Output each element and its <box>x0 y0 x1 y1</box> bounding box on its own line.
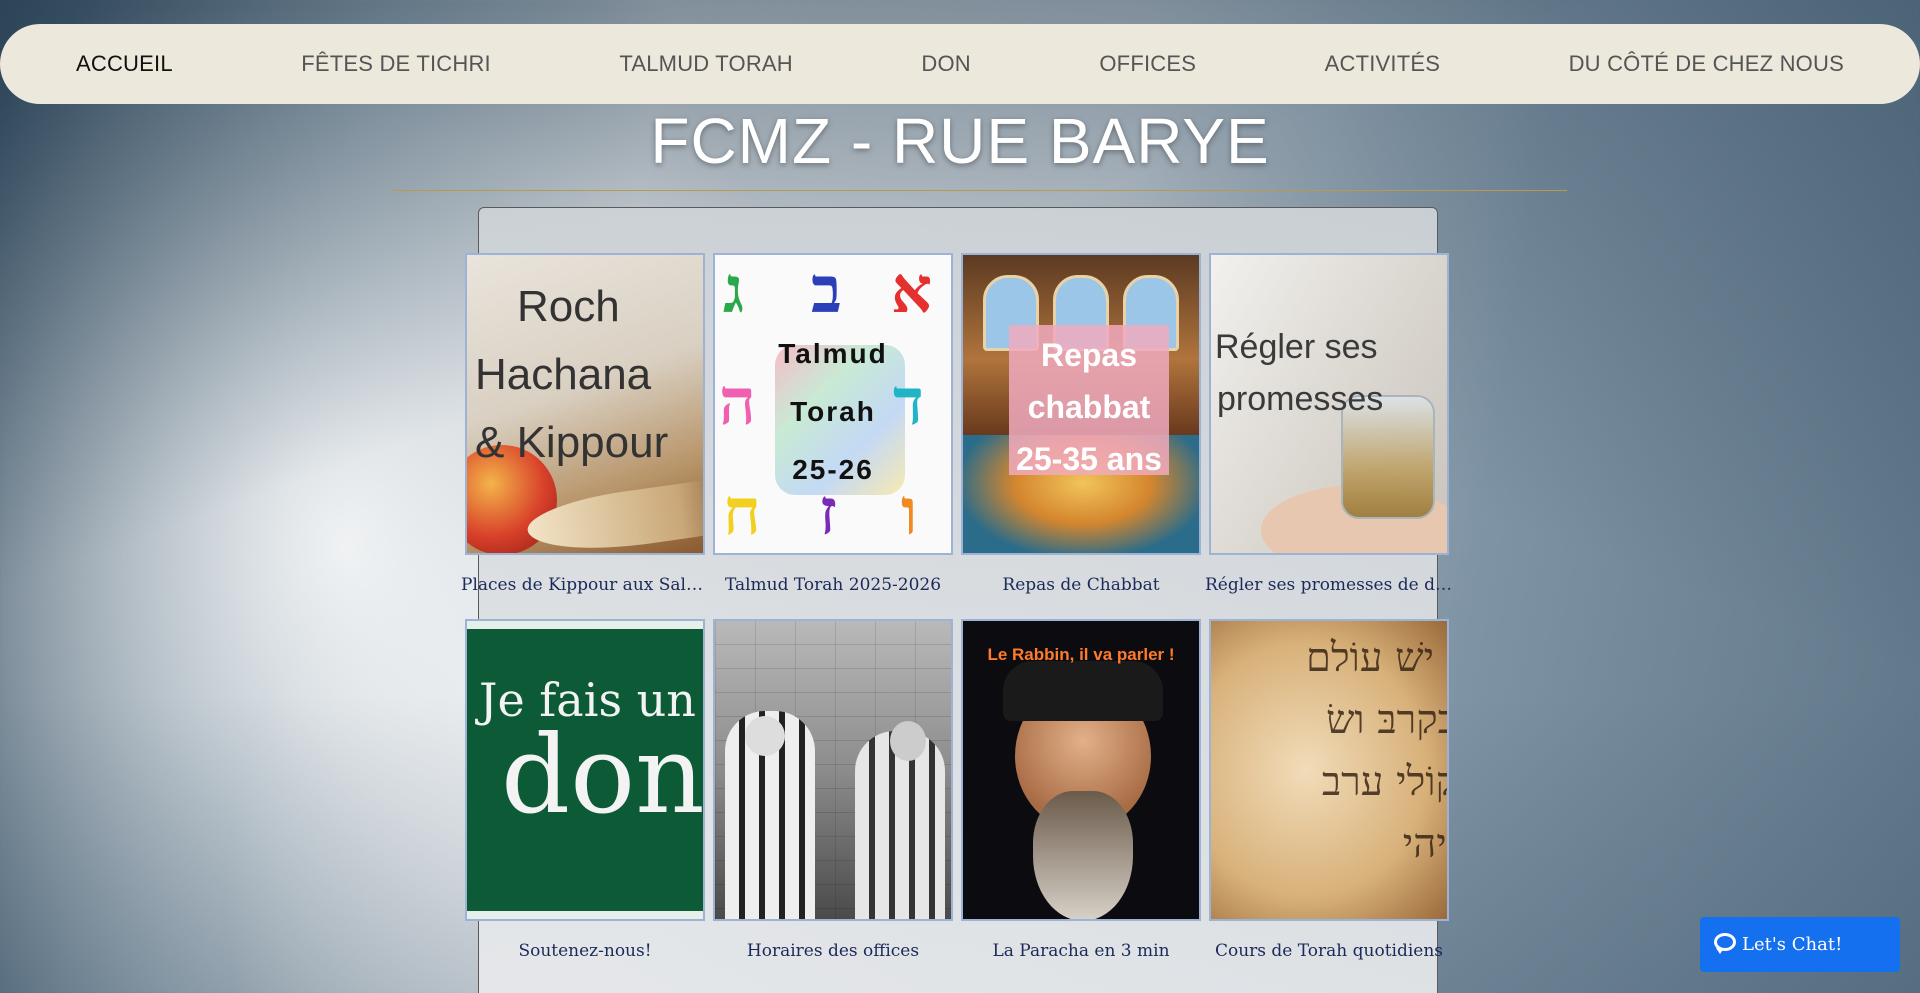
gallery-item-regler-promesses[interactable]: Régler ses promesses <box>1209 253 1449 555</box>
nav-item-du-cote-de-chez-nous[interactable]: DU CÔTÉ DE CHEZ NOUS <box>1569 51 1844 77</box>
gallery-caption[interactable]: Cours de Torah quotidiens <box>1205 941 1453 961</box>
hat-image <box>1003 661 1163 721</box>
head-image <box>745 716 785 756</box>
image-text-line: 25-35 ans <box>1016 441 1162 477</box>
image-text-line: promesses <box>1217 380 1384 418</box>
beard-image <box>1033 791 1133 919</box>
gallery-item-cours-torah[interactable]: ו ישׁ עוֹלם בקרבּ ושׂ קוֹלי ערב ויהי <box>1209 619 1449 921</box>
image-text-line: ו ישׁ עוֹלם <box>1305 635 1449 681</box>
gallery-item-roch-hachana[interactable]: Roch Hachana & Kippour <box>465 253 705 555</box>
image-text-line: Le Rabbin, il va parler ! <box>987 645 1175 664</box>
nav-item-offices[interactable]: OFFICES <box>1099 51 1196 77</box>
image-text-line: & Kippour <box>475 418 669 467</box>
image-text-line: Talmud <box>778 338 888 369</box>
gallery-caption[interactable]: Talmud Torah 2025-2026 <box>709 575 957 595</box>
gallery-caption[interactable]: Soutenez-nous! <box>461 941 709 961</box>
image-text-line: ויהי <box>1402 821 1447 867</box>
image-text-line: Régler ses <box>1215 328 1378 366</box>
gallery-caption[interactable]: Repas de Chabbat <box>957 575 1205 595</box>
image-text-line: Roch <box>517 282 620 331</box>
hebrew-letter: ג <box>723 253 745 328</box>
main-nav: ACCUEIL FÊTES DE TICHRI TALMUD TORAH DON… <box>0 24 1920 104</box>
nav-item-activites[interactable]: ACTIVITÉS <box>1325 51 1441 77</box>
gallery-item-paracha[interactable]: Le Rabbin, il va parler ! <box>961 619 1201 921</box>
chat-label: Let's Chat! <box>1742 934 1843 955</box>
gallery-item-horaires-offices[interactable] <box>713 619 953 921</box>
image-text-line: 25-26 <box>792 454 874 485</box>
gallery-caption[interactable]: Horaires des offices <box>709 941 957 961</box>
person-tallit-image <box>855 731 945 919</box>
gallery-item-repas-chabbat[interactable]: Repas chabbat 25-35 ans <box>961 253 1201 555</box>
chat-button[interactable]: Let's Chat! <box>1700 917 1900 972</box>
gallery-caption[interactable]: La Paracha en 3 min <box>957 941 1205 961</box>
gallery-caption[interactable]: Régler ses promesses de don <box>1205 575 1453 595</box>
image-text-line: Repas <box>1040 337 1138 373</box>
gallery-item-talmud-torah[interactable]: ג ב א ה ד ח ז ו Talmud Torah 25-26 <box>713 253 953 555</box>
hebrew-letter: א <box>891 253 933 328</box>
gallery-caption[interactable]: Places de Kippour aux Salons Hoche <box>461 575 709 595</box>
site-title: FCMZ - RUE BARYE <box>650 105 1270 177</box>
title-divider <box>392 190 1567 191</box>
nav-item-talmud-torah[interactable]: TALMUD TORAH <box>619 51 793 77</box>
nav-item-don[interactable]: DON <box>921 51 971 77</box>
image-text-line: קוֹלי ערב <box>1321 759 1449 805</box>
image-text-line: don <box>501 713 705 838</box>
hebrew-letter: ב <box>811 253 842 328</box>
gallery-item-soutenez-nous[interactable]: Je fais un don <box>465 619 705 921</box>
nav-item-accueil[interactable]: ACCUEIL <box>76 51 173 77</box>
chat-bubble-icon <box>1714 933 1736 954</box>
image-text-line: בקרבּ ושׂ <box>1326 697 1449 743</box>
image-text-line: chabbat <box>1027 389 1151 425</box>
image-text-line: Hachana <box>475 350 652 399</box>
nav-item-fetes-de-tichri[interactable]: FÊTES DE TICHRI <box>301 51 491 77</box>
image-text-line: Torah <box>790 396 876 427</box>
head-image <box>890 721 926 761</box>
